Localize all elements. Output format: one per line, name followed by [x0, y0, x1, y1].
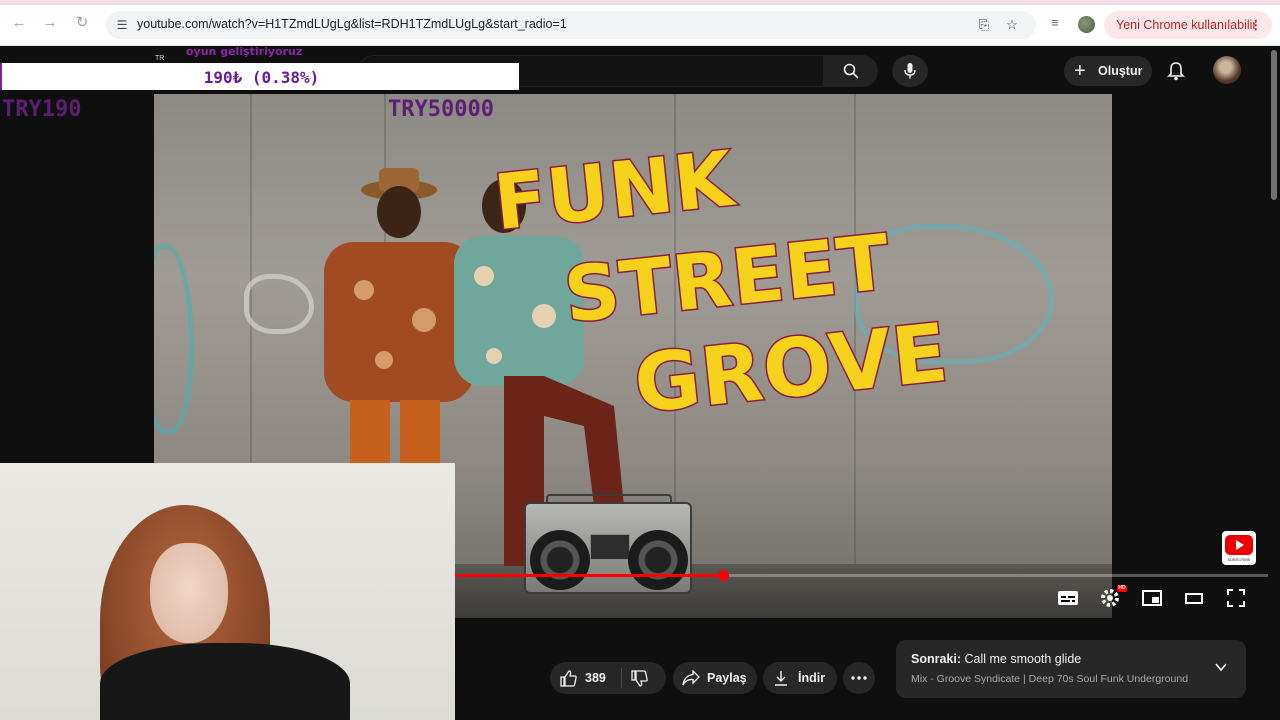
notifications-bell-icon[interactable] — [1166, 61, 1186, 81]
install-app-icon[interactable]: ⎘ — [976, 17, 992, 33]
browser-toolbar: ← → ↻ ☰ youtube.com/watch?v=H1TZmdLUgLg&… — [0, 0, 1280, 46]
scrollbar-thumb[interactable] — [1271, 50, 1277, 200]
dislike-icon[interactable] — [631, 670, 648, 687]
like-dislike-group: 389 — [550, 662, 666, 694]
create-button[interactable]: + Oluştur — [1064, 56, 1152, 86]
forward-icon[interactable]: → — [41, 14, 59, 32]
donation-progress-bar: 190₺ (0.38%) — [0, 63, 519, 90]
page-scrollbar[interactable] — [1268, 46, 1280, 720]
download-label: İndir — [798, 671, 826, 685]
thumbnail-title: FUNK STREET GROVE — [489, 132, 964, 446]
voice-search-button[interactable] — [892, 55, 928, 87]
video-progress-fill — [455, 574, 723, 577]
back-icon[interactable]: ← — [10, 14, 28, 32]
up-next-playlist: Mix - Groove Syndicate | Deep 70s Soul F… — [911, 673, 1189, 685]
reload-icon[interactable]: ↻ — [73, 14, 91, 32]
streamer-face — [150, 543, 228, 643]
fullscreen-icon[interactable] — [1224, 586, 1248, 610]
url-text[interactable]: youtube.com/watch?v=H1TZmdLUgLg&list=RDH… — [137, 17, 567, 31]
like-count[interactable]: 389 — [585, 662, 606, 694]
boombox-speaker — [628, 530, 688, 590]
up-next-card[interactable]: Sonraki: Call me smooth glide Mix - Groo… — [896, 640, 1246, 698]
plus-icon: + — [1074, 60, 1086, 82]
graffiti-mark — [154, 244, 194, 434]
youtube-play-icon — [1225, 535, 1253, 555]
thumbnail-title-line: FUNK — [489, 132, 740, 249]
webcam-overlay — [0, 463, 455, 720]
donation-progress-text: 190₺ (0.38%) — [203, 68, 320, 87]
tab-strip-edge — [0, 0, 1280, 5]
chrome-menu-icon[interactable]: ⋮ — [1250, 11, 1263, 39]
share-label: Paylaş — [707, 671, 747, 685]
subtitles-icon[interactable] — [1056, 586, 1080, 610]
stream-title-overlay: oyun geliştiriyoruz — [186, 45, 303, 58]
up-next-prefix: Sonraki: — [911, 652, 962, 666]
more-actions-button[interactable] — [843, 662, 875, 694]
share-button[interactable]: Paylaş — [673, 662, 757, 694]
bookmark-star-icon[interactable]: ☆ — [1004, 17, 1020, 33]
subscribe-watermark[interactable]: SUBSCRIBE — [1222, 531, 1256, 565]
video-scrubber-handle[interactable] — [718, 570, 729, 581]
boombox-handle — [546, 494, 672, 504]
donation-current-amount: TRY190 — [2, 97, 82, 122]
donation-goal-amount: TRY50000 — [388, 97, 494, 122]
boombox-image — [524, 494, 692, 594]
chrome-update-label: Yeni Chrome kullanılabilir — [1116, 18, 1257, 32]
search-button[interactable] — [824, 55, 878, 87]
reading-list-icon[interactable]: ≡ — [1047, 15, 1063, 31]
microphone-icon — [904, 63, 916, 79]
video-progress-bar[interactable] — [455, 570, 1268, 581]
tr-flag-mark: TR — [155, 55, 165, 62]
search-icon — [843, 63, 859, 79]
hd-badge: HD — [1117, 585, 1127, 592]
subscribe-watermark-label: SUBSCRIBE — [1227, 557, 1251, 562]
more-horizontal-icon — [851, 676, 867, 680]
like-dislike-divider — [621, 668, 622, 688]
like-icon[interactable] — [560, 670, 577, 687]
download-button[interactable]: İndir — [763, 662, 837, 694]
profile-avatar-icon[interactable] — [1078, 16, 1095, 33]
chevron-down-icon[interactable] — [1214, 660, 1228, 674]
share-icon — [682, 670, 700, 686]
up-next-title: Call me smooth glide — [964, 652, 1082, 666]
boombox-speaker — [530, 530, 590, 590]
address-bar[interactable]: ☰ youtube.com/watch?v=H1TZmdLUgLg&list=R… — [106, 11, 1036, 39]
up-next-title-line: Sonraki: Call me smooth glide — [911, 652, 1081, 666]
miniplayer-icon[interactable] — [1140, 586, 1164, 610]
site-settings-icon[interactable]: ☰ — [114, 17, 130, 33]
download-icon — [775, 671, 787, 686]
create-label: Oluştur — [1098, 64, 1143, 78]
chrome-update-button[interactable]: Yeni Chrome kullanılabilir ⋮ — [1104, 11, 1272, 39]
streamer-shirt — [100, 643, 350, 720]
account-avatar[interactable] — [1213, 56, 1241, 84]
theater-mode-icon[interactable] — [1182, 586, 1206, 610]
boombox-tape-deck — [590, 534, 630, 560]
